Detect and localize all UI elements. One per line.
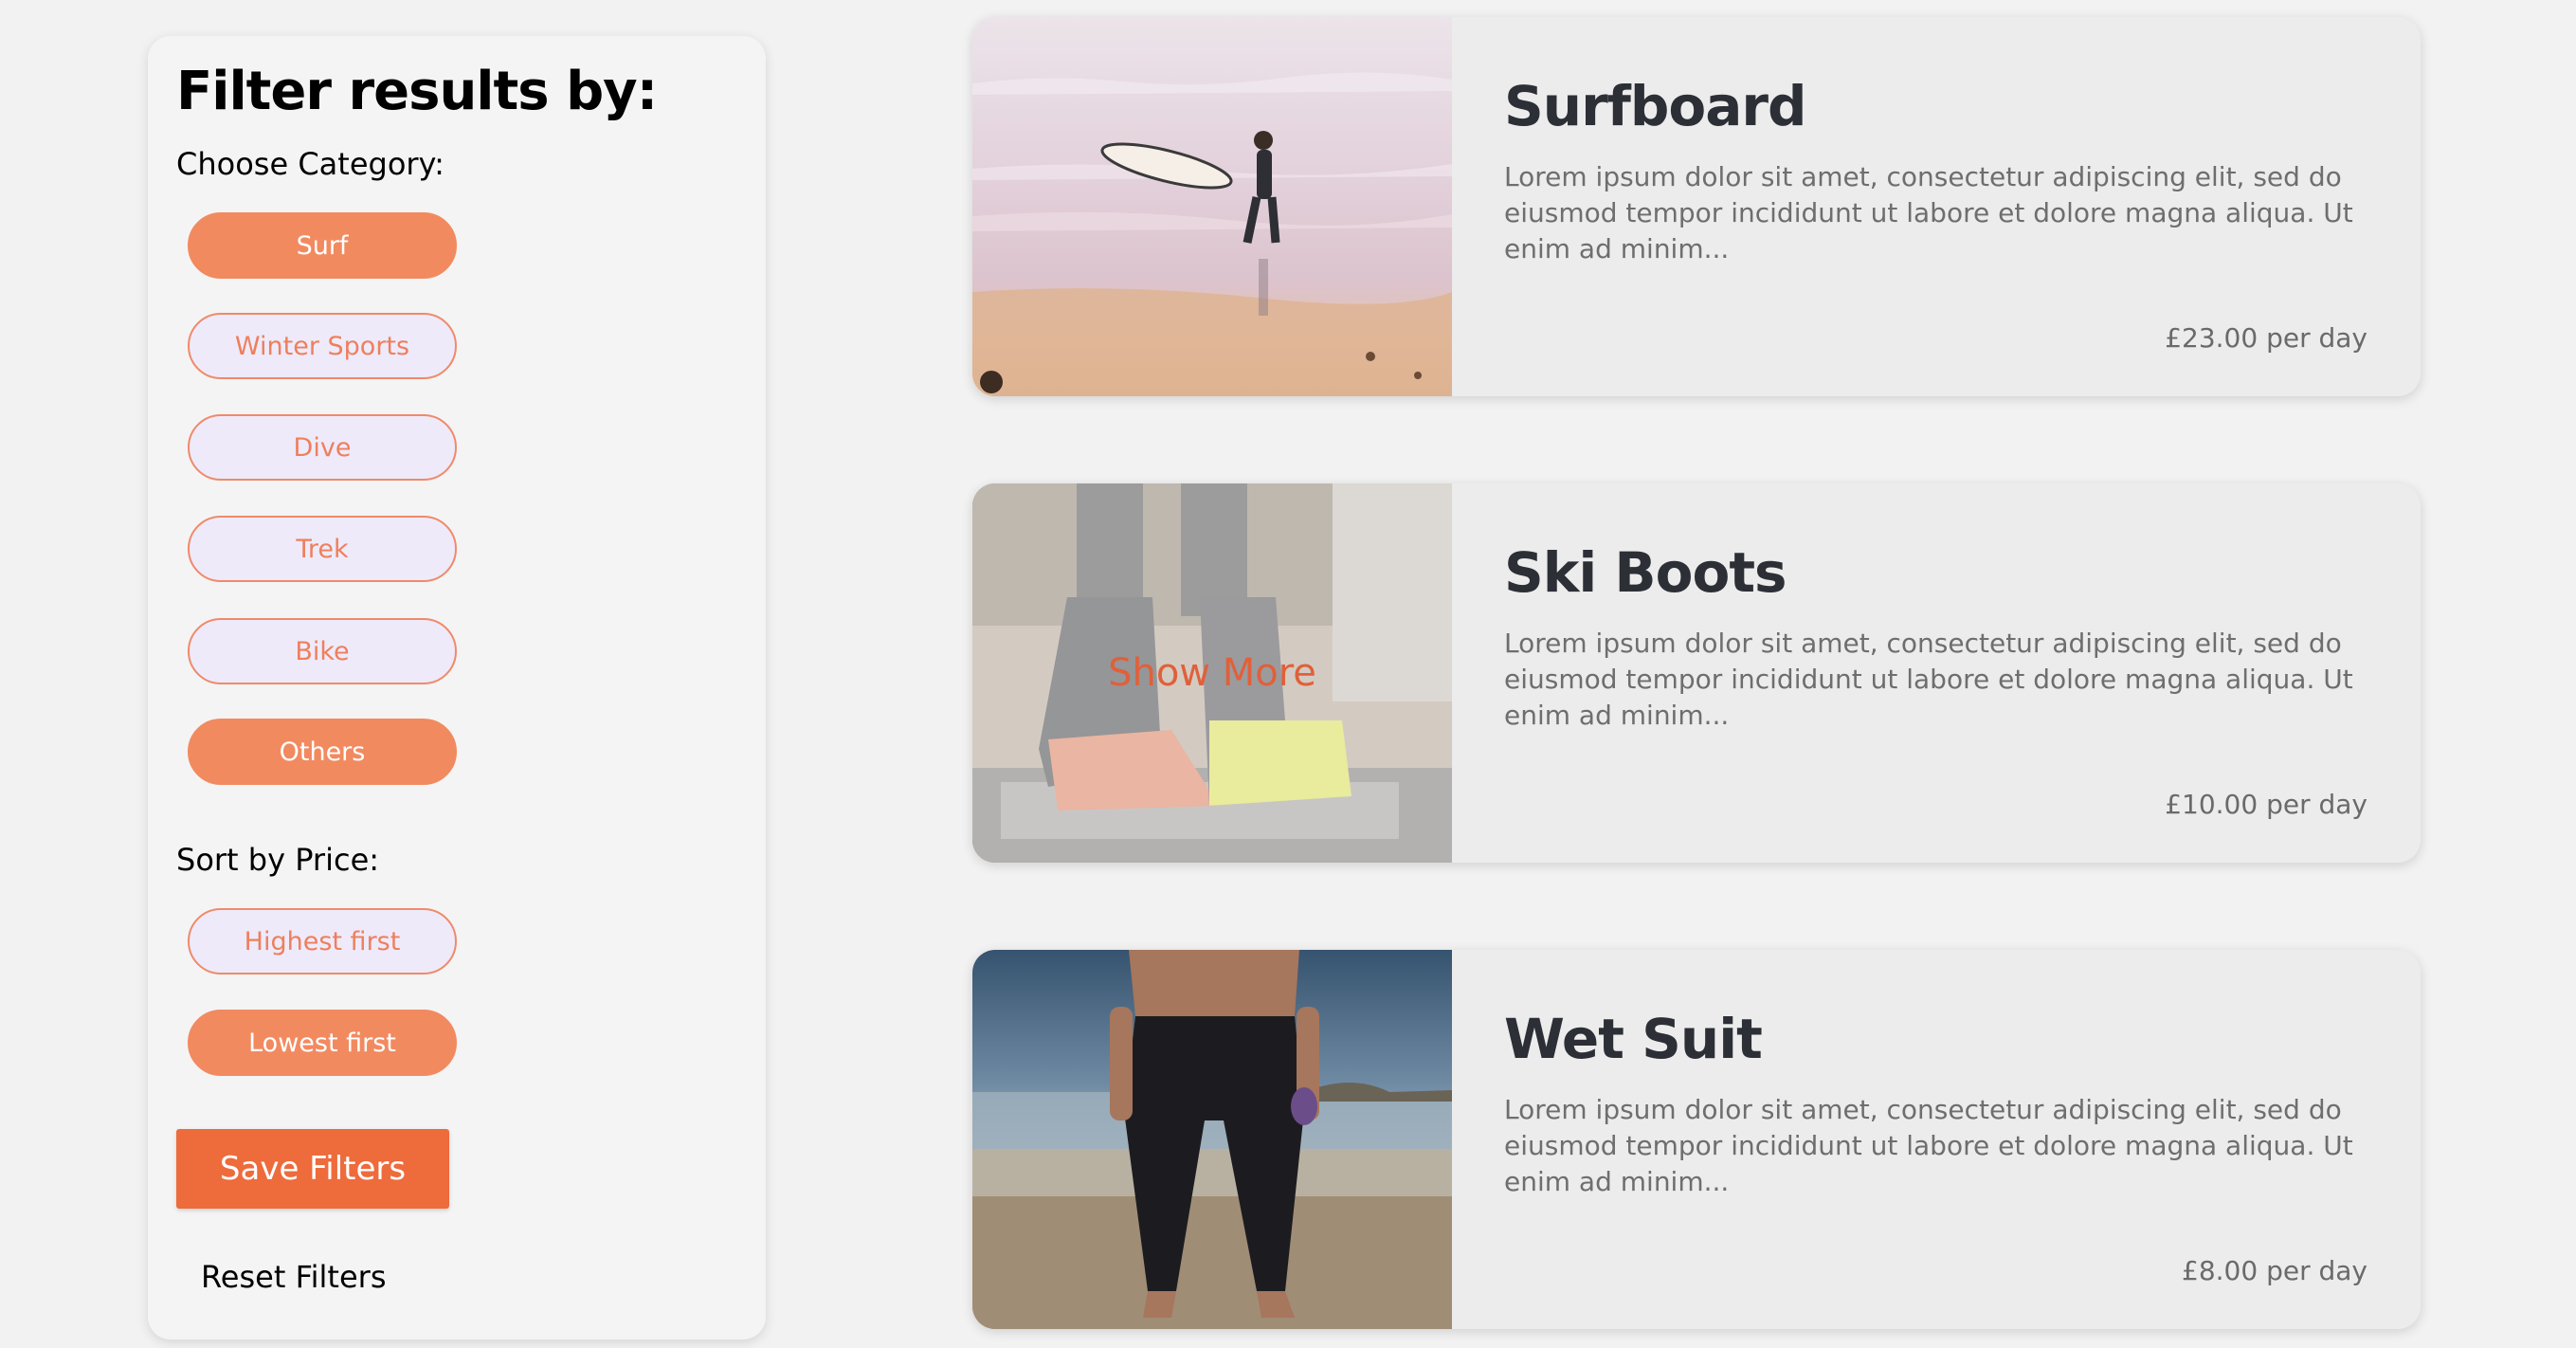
product-price: £23.00 per day: [2165, 322, 2367, 354]
category-others-button[interactable]: Others: [188, 719, 457, 785]
show-more-overlay[interactable]: Show More: [972, 483, 1452, 863]
category-bike-button[interactable]: Bike: [188, 618, 457, 684]
category-label: Choose Category:: [176, 146, 444, 182]
category-trek-button[interactable]: Trek: [188, 516, 457, 582]
product-card-wet-suit[interactable]: Wet Suit Lorem ipsum dolor sit amet, con…: [972, 950, 2421, 1329]
product-description: Lorem ipsum dolor sit amet, consectetur …: [1504, 628, 2353, 731]
product-card-ski-boots[interactable]: Show More Ski Boots Lorem ipsum dolor si…: [972, 483, 2421, 863]
category-surf-button[interactable]: Surf: [188, 212, 457, 279]
category-winter-sports-button[interactable]: Winter Sports: [188, 313, 457, 379]
product-title[interactable]: Surfboard: [1504, 74, 1807, 138]
sort-lowest-first-button[interactable]: Lowest first: [188, 1010, 457, 1076]
product-title[interactable]: Wet Suit: [1504, 1007, 1763, 1071]
sort-highest-first-button[interactable]: Highest first: [188, 908, 457, 975]
reset-filters-link[interactable]: Reset Filters: [201, 1259, 386, 1295]
surfer-on-beach-image[interactable]: [972, 17, 1452, 396]
wetsuit-diver-image[interactable]: [972, 950, 1452, 1329]
category-dive-button[interactable]: Dive: [188, 414, 457, 481]
page: Filter results by: Choose Category: Surf…: [0, 0, 2576, 1348]
surfer-photo-illustration: [972, 17, 1452, 396]
wetsuit-photo-illustration: [972, 950, 1452, 1329]
product-card-surfboard[interactable]: Surfboard Lorem ipsum dolor sit amet, co…: [972, 17, 2421, 396]
product-price: £8.00 per day: [2182, 1255, 2367, 1286]
product-description: Lorem ipsum dolor sit amet, consectetur …: [1504, 161, 2353, 264]
ski-boots-image[interactable]: Show More: [972, 483, 1452, 863]
product-price: £10.00 per day: [2165, 789, 2367, 820]
save-filters-button[interactable]: Save Filters: [176, 1129, 449, 1209]
product-title[interactable]: Ski Boots: [1504, 540, 1787, 605]
filter-sidebar: Filter results by: Choose Category: Surf…: [148, 36, 766, 1339]
sort-label: Sort by Price:: [176, 842, 380, 878]
filter-title: Filter results by:: [176, 61, 658, 122]
product-description: Lorem ipsum dolor sit amet, consectetur …: [1504, 1094, 2353, 1197]
